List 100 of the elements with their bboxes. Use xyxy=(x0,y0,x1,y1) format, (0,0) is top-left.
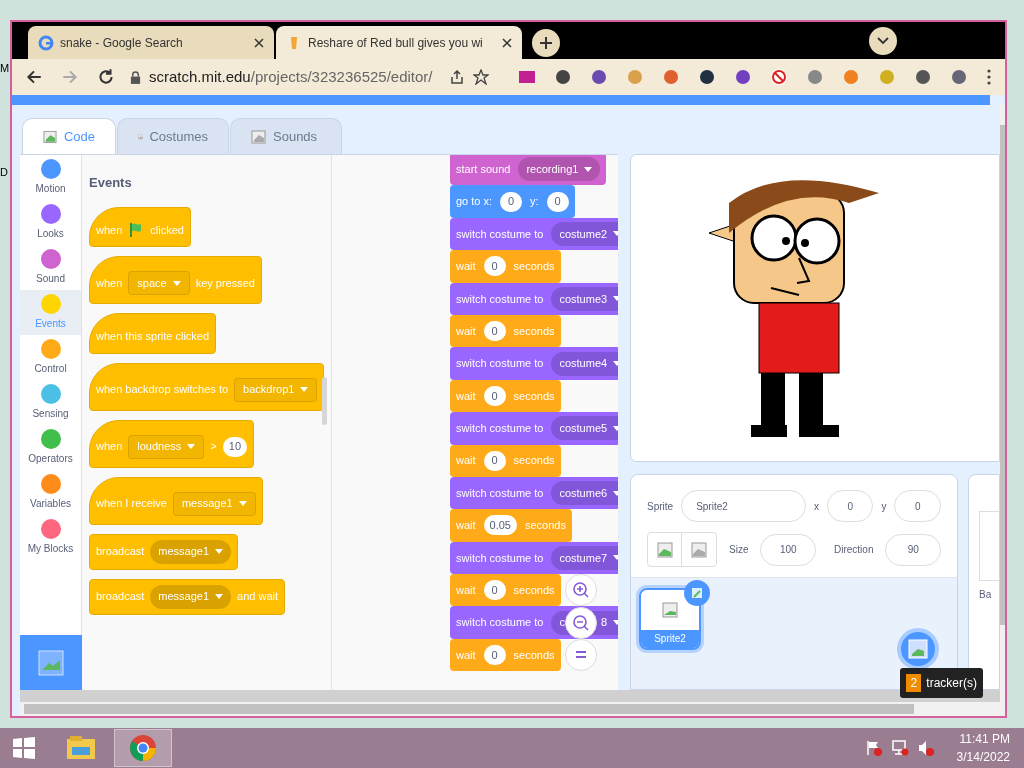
share-icon[interactable] xyxy=(449,69,465,85)
code-block[interactable]: switch costume to costume3 xyxy=(450,282,618,315)
code-block[interactable]: wait 0 seconds xyxy=(450,638,561,672)
speaker-muted-icon[interactable] xyxy=(916,739,935,757)
page-scrollbar[interactable] xyxy=(20,702,1000,716)
back-icon[interactable] xyxy=(25,68,43,86)
block-dropdown[interactable]: costume2 xyxy=(551,221,618,246)
block-label: switch costume to xyxy=(456,226,544,242)
backdrop-label: Ba xyxy=(979,588,993,602)
block-dropdown[interactable]: c xyxy=(551,610,567,635)
field-label: x xyxy=(813,499,819,514)
block-dropdown[interactable]: costume5 xyxy=(551,416,618,441)
zoom-out-icon xyxy=(570,612,591,633)
tracker-count: 2 xyxy=(906,674,922,692)
category-item[interactable]: Sensing xyxy=(20,380,81,425)
number-input[interactable]: 0 xyxy=(483,256,506,277)
lock-icon xyxy=(130,70,141,84)
hat-block[interactable]: when loudness > 10 xyxy=(89,419,255,468)
editor-tab[interactable]: Costumes xyxy=(117,118,229,154)
block-dropdown[interactable]: costume6 xyxy=(551,481,618,506)
category-item[interactable]: Motion xyxy=(20,155,81,200)
block-dropdown[interactable]: recording1 xyxy=(518,157,601,182)
number-input[interactable]: 0 xyxy=(546,191,569,212)
number-input[interactable]: 0 xyxy=(483,580,506,601)
extension-icon[interactable] xyxy=(734,68,752,86)
block-label: and wait xyxy=(237,589,279,605)
code-block[interactable]: start sound recording1 xyxy=(450,155,607,186)
category-item[interactable]: Variables xyxy=(20,470,81,515)
backdrop-thumbnail[interactable] xyxy=(979,511,999,581)
clock[interactable]: 11:41 PM 3/14/2022 xyxy=(956,730,1010,766)
field-label: Sprite xyxy=(647,499,674,514)
block-dropdown[interactable]: 8 xyxy=(596,610,618,635)
extension-icon[interactable] xyxy=(590,68,608,86)
code-block[interactable]: wait 0.05 seconds xyxy=(450,509,572,542)
chrome-taskbar-button[interactable] xyxy=(114,729,172,767)
tab-title: Reshare of Red bull gives you wi xyxy=(308,34,483,52)
number-input[interactable]: 0.05 xyxy=(483,515,517,536)
flag-alert-icon[interactable] xyxy=(864,739,883,757)
category-item[interactable]: My Blocks xyxy=(20,515,81,560)
editor-tab[interactable]: Sounds xyxy=(230,118,342,154)
code-block[interactable]: switch costume to costume4 xyxy=(450,347,618,380)
horizontal-scrollbar[interactable] xyxy=(20,690,1000,702)
zoom-button[interactable] xyxy=(564,606,597,639)
code-block[interactable]: go to x: 0 y: 0 xyxy=(450,185,575,218)
code-block[interactable]: switch costume to costume2 xyxy=(450,217,618,251)
add-sprite-button[interactable] xyxy=(897,628,939,670)
code-block[interactable]: switch costume to costume6 xyxy=(450,476,618,510)
code-block[interactable]: wait 0 seconds xyxy=(450,379,561,413)
code-block[interactable]: wait 0 seconds xyxy=(450,250,561,283)
address-bar[interactable]: scratch.mit.edu/projects/323236525/editor/ xyxy=(130,63,503,91)
block-dropdown[interactable]: costume3 xyxy=(551,286,618,311)
code-block[interactable]: wait 0 seconds xyxy=(450,574,561,607)
image-icon xyxy=(908,639,928,659)
tab-search-button[interactable] xyxy=(869,27,897,55)
block-dropdown[interactable]: costume4 xyxy=(551,351,618,376)
new-tab-button[interactable] xyxy=(532,29,560,57)
number-input[interactable]: 0 xyxy=(483,385,506,406)
category-item[interactable]: Operators xyxy=(20,425,81,470)
zoom-button[interactable] xyxy=(565,639,597,671)
close-icon[interactable] xyxy=(254,37,264,48)
caret-icon xyxy=(613,231,618,237)
category-item[interactable]: Sound xyxy=(20,245,81,290)
number-input[interactable]: 0 xyxy=(483,645,506,666)
browser-tab[interactable]: snake - Google Search xyxy=(28,26,274,59)
code-block[interactable]: switch costume to costume5 xyxy=(450,412,618,445)
zoom-button[interactable] xyxy=(565,574,597,606)
block-label: start sound xyxy=(456,161,511,177)
code-block[interactable]: wait 0 seconds xyxy=(450,314,561,348)
block-dropdown[interactable]: costume7 xyxy=(551,545,618,570)
code-block[interactable]: switch costume to costume7 xyxy=(450,541,618,575)
number-input[interactable]: 0 xyxy=(483,450,506,471)
close-icon[interactable] xyxy=(502,37,512,48)
number-input[interactable]: 0 xyxy=(483,321,506,342)
browser-tab[interactable]: Reshare of Red bull gives you wi xyxy=(276,26,522,59)
block-label: when xyxy=(96,439,123,455)
tab-title: snake - Google Search xyxy=(60,34,183,52)
caret-icon xyxy=(613,490,618,496)
palette-scrollbar[interactable] xyxy=(322,377,327,425)
reload-icon[interactable] xyxy=(97,68,115,86)
delete-sprite-button[interactable] xyxy=(684,580,710,606)
number-input[interactable]: 0 xyxy=(500,191,523,212)
windows-icon[interactable] xyxy=(12,736,36,760)
star-icon[interactable] xyxy=(473,69,489,85)
category-item[interactable]: Control xyxy=(20,335,81,380)
category-item[interactable]: Looks xyxy=(20,200,81,245)
block-label: wait xyxy=(456,518,476,534)
menu-icon[interactable] xyxy=(987,69,991,85)
extension-icon[interactable] xyxy=(698,68,716,86)
blocked-icon[interactable] xyxy=(770,68,788,86)
code-block[interactable]: switch costume to c 8 xyxy=(450,606,618,639)
puzzle-icon[interactable] xyxy=(914,68,932,86)
image-icon xyxy=(43,128,58,145)
block-label: wait xyxy=(456,647,476,663)
tracker-badge[interactable]: 2 tracker(s) xyxy=(900,668,983,698)
profile-icon[interactable] xyxy=(950,68,968,86)
number-input[interactable]: 10 xyxy=(222,436,248,457)
network-alert-icon[interactable] xyxy=(890,739,909,757)
extension-icon[interactable] xyxy=(554,68,572,86)
code-block[interactable]: wait 0 seconds xyxy=(450,444,561,477)
caret-icon xyxy=(613,296,618,302)
